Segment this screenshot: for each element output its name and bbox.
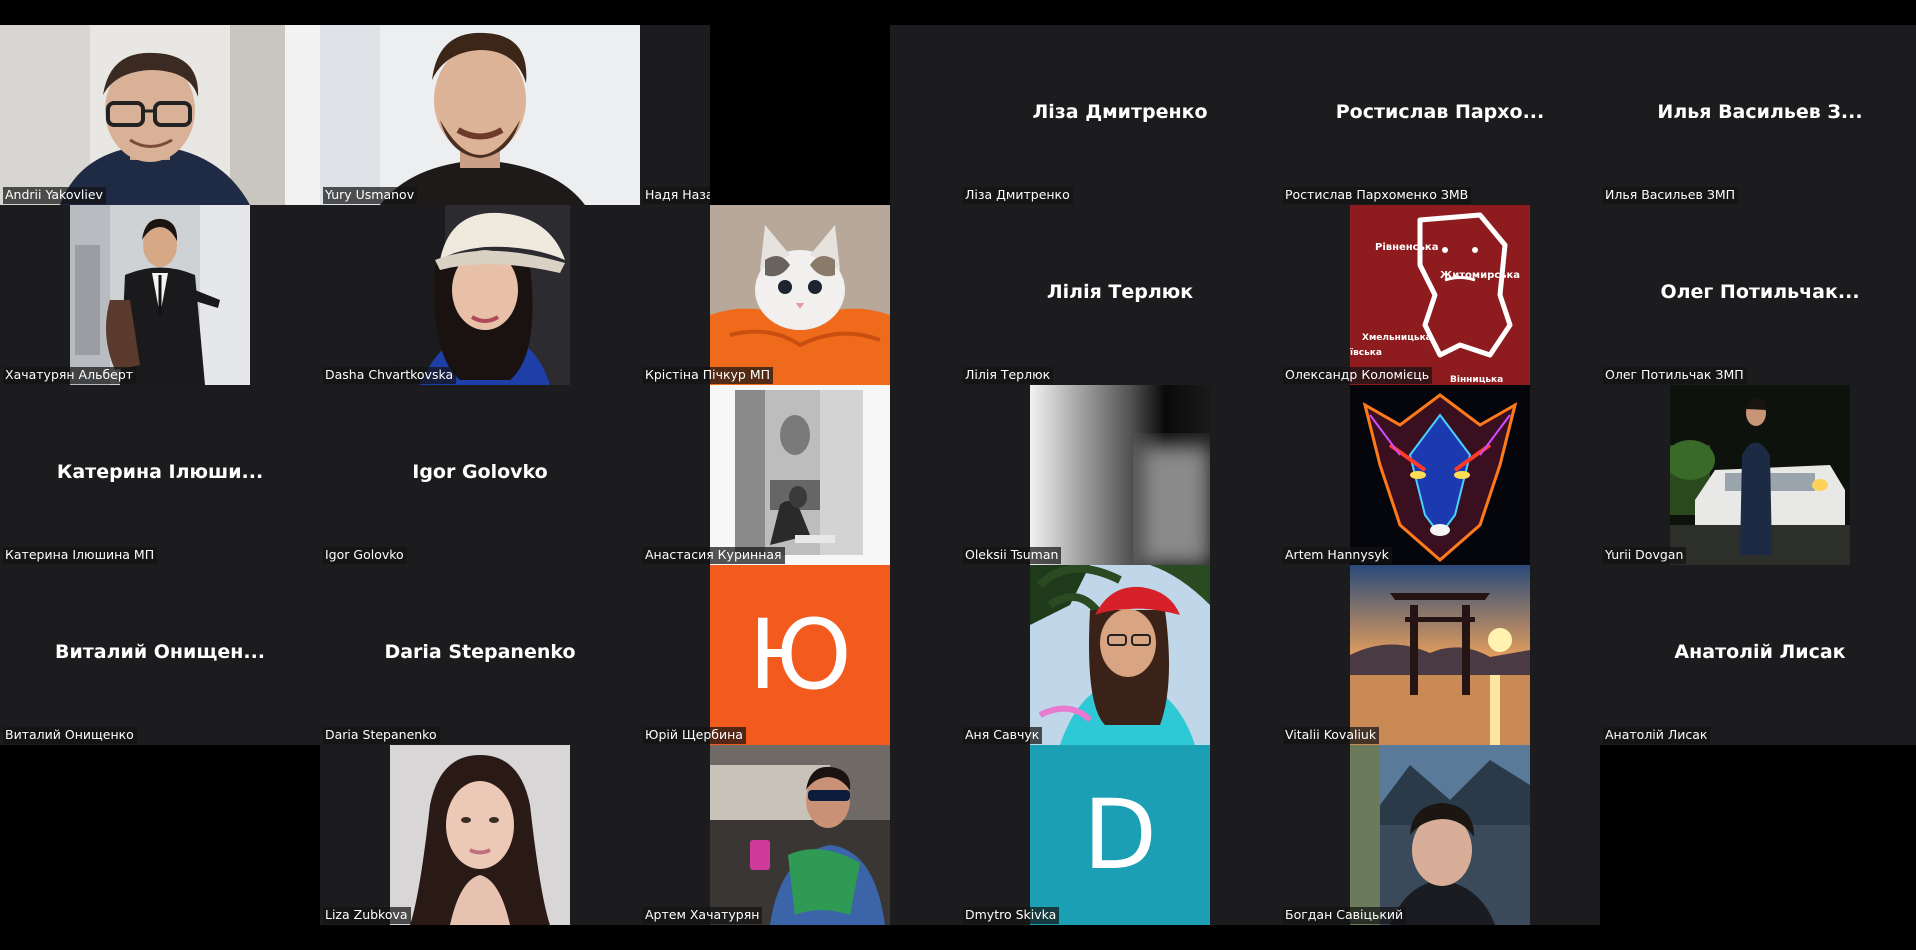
participant-tile[interactable]: Liza Zubkova (320, 745, 640, 925)
participant-display-name: Daria Stepanenko (384, 641, 576, 663)
participant-name-label: Катерина Ілюшина МП (3, 547, 158, 564)
participant-name-label: Yury Usmanov (323, 187, 418, 204)
video-feed (0, 25, 320, 205)
participant-name-label: Крістіна Пічкур МП (643, 367, 774, 384)
gallery-view: Andrii Yakovliev Yury Usmanov Надя Назаре… (0, 0, 1916, 950)
participant-tile[interactable]: Артем Хачатурян (640, 745, 890, 925)
avatar-initial: D (1030, 745, 1210, 925)
participant-name-label: Артем Хачатурян (643, 907, 763, 924)
participant-tile[interactable]: Igor Golovko Igor Golovko (320, 385, 640, 565)
participant-tile[interactable]: Хачатурян Альберт (0, 205, 320, 385)
participant-name-label: Юрій Щербина (643, 727, 746, 744)
participant-tile[interactable]: Oleksii Tsuman (960, 385, 1280, 565)
participant-name-label: Анастасия Куринная (643, 547, 785, 564)
participant-tile[interactable]: Богдан Савіцький (1280, 745, 1600, 925)
participant-tile[interactable]: Аня Савчук (960, 565, 1280, 745)
participant-name-label: Олександр Коломієць (1283, 367, 1433, 384)
svg-text:Житомирська: Житомирська (1440, 270, 1520, 281)
participant-display-name: Илья Васильев З... (1657, 101, 1863, 123)
participant-display-name: Ліза Дмитренко (1032, 101, 1208, 123)
participant-name-label: Анатолій Лисак (1603, 727, 1711, 744)
empty-gap (0, 745, 320, 925)
participant-display-name: Igor Golovko (412, 461, 548, 483)
participant-display-name: Катерина Ілюши... (56, 461, 264, 483)
participant-tile[interactable]: Ліза Дмитренко Ліза Дмитренко (960, 25, 1280, 205)
participant-display-name: Олег Потильчак... (1660, 281, 1860, 303)
participant-name-label: Ліза Дмитренко (963, 187, 1073, 204)
participant-display-name: Лілія Терлюк (1046, 281, 1194, 303)
participant-display-name: Анатолій Лисак (1674, 641, 1846, 663)
avatar-initial: Ю (710, 565, 890, 745)
participant-tile[interactable]: Ростислав Пархо... Ростислав Пархоменко З… (1280, 25, 1600, 205)
video-map-image: Рівненська Житомирська Хмельницька Вінни… (1350, 205, 1530, 385)
participant-tile[interactable]: Крістіна Пічкур МП (640, 205, 890, 385)
participant-name-label: Ростислав Пархоменко ЗМВ (1283, 187, 1472, 204)
participant-tile[interactable]: Виталий Онищен... Виталий Онищенко (0, 565, 320, 745)
participant-tile[interactable]: Анатолій Лисак Анатолій Лисак (1600, 565, 1916, 745)
participant-tile[interactable]: Yurii Dovgan (1600, 385, 1916, 565)
participant-tile[interactable]: Илья Васильев З... Илья Васильев ЗМП (1600, 25, 1916, 205)
participant-name-label: Vitalii Kovaliuk (1283, 727, 1380, 744)
participant-name-label: Artem Hannysyk (1283, 547, 1392, 564)
participant-tile[interactable]: Vitalii Kovaliuk (1280, 565, 1600, 745)
participant-tile[interactable]: Artem Hannysyk (1280, 385, 1600, 565)
participant-name-label: Dasha Chvartkovska (323, 367, 457, 384)
participant-tile[interactable]: D Dmytro Skivka (960, 745, 1280, 925)
video-feed (1030, 565, 1210, 745)
right-gallery-panel: Ліза Дмитренко Ліза Дмитренко Ростислав Па… (890, 25, 1916, 925)
svg-text:Вінницька: Вінницька (1450, 374, 1503, 385)
participant-name-label: Oleksii Tsuman (963, 547, 1062, 564)
participant-tile[interactable]: Катерина Ілюши... Катерина Ілюшина МП (0, 385, 320, 565)
video-feed (390, 205, 570, 385)
left-gallery-panel: Andrii Yakovliev Yury Usmanov Надя Назаре… (0, 25, 890, 925)
participant-name-label: Liza Zubkova (323, 907, 411, 924)
participant-tile[interactable]: Лілія Терлюк Лілія Терлюк (960, 205, 1280, 385)
participant-name-label: Andrii Yakovliev (3, 187, 106, 204)
video-feed (710, 745, 890, 925)
participant-tile[interactable]: Daria Stepanenko Daria Stepanenko (320, 565, 640, 745)
video-feed (1350, 565, 1530, 745)
participant-tile[interactable]: Ю Юрій Щербина (640, 565, 890, 745)
participant-tile[interactable]: Рівненська Житомирська Хмельницька Вінни… (1280, 205, 1600, 385)
avatar-letter: Ю (748, 599, 852, 711)
participant-tile[interactable]: Yury Usmanov (320, 25, 640, 205)
participant-name-label: Хачатурян Альберт (3, 367, 137, 384)
video-feed (390, 745, 570, 925)
video-feed (1670, 385, 1850, 565)
svg-text:Хмельницька: Хмельницька (1362, 333, 1432, 343)
participant-name-label: Илья Васильев ЗМП (1603, 187, 1739, 204)
participant-display-name: Ростислав Пархо... (1335, 101, 1545, 123)
svg-text:Рівненська: Рівненська (1375, 242, 1438, 253)
svg-text:ївська: ївська (1350, 348, 1382, 358)
participant-name-label: Igor Golovko (323, 547, 407, 564)
video-feed (1350, 745, 1530, 925)
participant-tile[interactable]: Анастасия Куринная (640, 385, 890, 565)
participant-tile[interactable]: Andrii Yakovliev (0, 25, 320, 205)
participant-name-label: Daria Stepanenko (323, 727, 440, 744)
participant-name-label: Аня Савчук (963, 727, 1043, 744)
participant-name-label: Dmytro Skivka (963, 907, 1060, 924)
video-feed (70, 205, 250, 385)
empty-gap (1600, 745, 1916, 925)
participant-name-label: Богдан Савіцький (1283, 907, 1407, 924)
participant-display-name: Виталий Онищен... (54, 641, 266, 663)
participant-name-label: Олег Потильчак ЗМП (1603, 367, 1747, 384)
empty-gap (710, 25, 890, 205)
participant-tile[interactable]: Олег Потильчак... Олег Потильчак ЗМП (1600, 205, 1916, 385)
participant-name-label: Лілія Терлюк (963, 367, 1054, 384)
participant-name-label: Yurii Dovgan (1603, 547, 1687, 564)
video-feed (1350, 385, 1530, 565)
participant-name-label: Виталий Онищенко (3, 727, 137, 744)
video-feed (1030, 385, 1210, 565)
participant-tile[interactable]: Dasha Chvartkovska (320, 205, 640, 385)
video-feed (710, 205, 890, 385)
video-feed (710, 385, 890, 565)
avatar-letter: D (1083, 779, 1157, 891)
video-feed (320, 25, 640, 205)
